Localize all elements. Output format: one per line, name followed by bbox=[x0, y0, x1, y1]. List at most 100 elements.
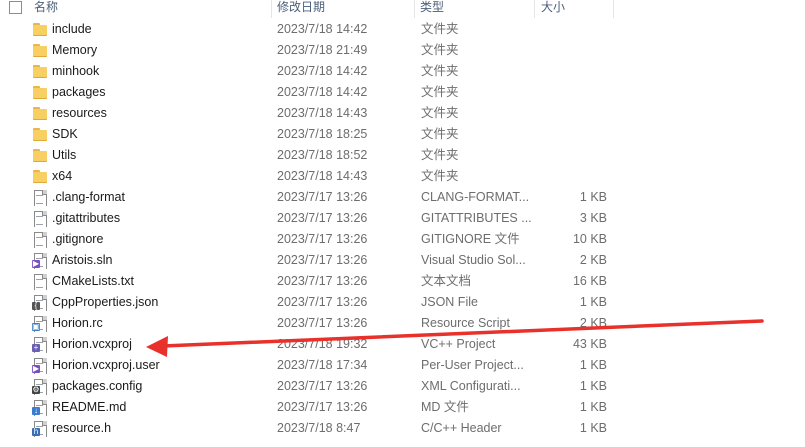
file-type: 文件夹 bbox=[421, 64, 459, 78]
column-header-size[interactable]: 大小 bbox=[541, 0, 565, 18]
file-name[interactable]: .gitattributes bbox=[52, 208, 267, 229]
folder-icon bbox=[32, 126, 48, 143]
file-date-modified: 2023/7/18 14:42 bbox=[277, 85, 368, 99]
file-name[interactable]: CppProperties.json bbox=[52, 292, 267, 313]
file-type: VC++ Project bbox=[421, 337, 496, 351]
file-icon bbox=[32, 210, 48, 227]
file-type: 文件夹 bbox=[421, 148, 459, 162]
file-row[interactable]: resources 2023/7/18 14:43 文件夹 bbox=[0, 103, 805, 124]
file-date-modified: 2023/7/17 13:26 bbox=[277, 274, 368, 288]
column-header-date-modified[interactable]: 修改日期 bbox=[277, 0, 325, 18]
column-divider[interactable] bbox=[613, 0, 614, 18]
file-row[interactable]: h resource.h 2023/7/18 8:47 C/C++ Header 1 K… bbox=[0, 418, 805, 439]
file-row[interactable]: ▶ Aristois.sln 2023/7/17 13:26 Visual Studi… bbox=[0, 250, 805, 271]
file-name[interactable]: resources bbox=[52, 103, 267, 124]
file-row[interactable]: Utils 2023/7/18 18:52 文件夹 bbox=[0, 145, 805, 166]
file-size: 1 KB bbox=[579, 421, 607, 435]
file-date-modified: 2023/7/17 13:26 bbox=[277, 379, 368, 393]
file-name[interactable]: README.md bbox=[52, 397, 267, 418]
file-type: C/C++ Header bbox=[421, 421, 502, 435]
file-name[interactable]: SDK bbox=[52, 124, 267, 145]
file-type: GITIGNORE 文件 bbox=[421, 232, 520, 246]
file-name[interactable]: CMakeLists.txt bbox=[52, 271, 267, 292]
file-name[interactable]: Aristois.sln bbox=[52, 250, 267, 271]
file-name[interactable]: minhook bbox=[52, 61, 267, 82]
resource-script-icon: ▣ bbox=[32, 315, 48, 332]
file-name[interactable]: Memory bbox=[52, 40, 267, 61]
column-divider[interactable] bbox=[414, 0, 415, 18]
file-name[interactable]: Horion.vcxproj.user bbox=[52, 355, 267, 376]
file-date-modified: 2023/7/17 13:26 bbox=[277, 316, 368, 330]
column-header-type[interactable]: 类型 bbox=[420, 0, 444, 18]
file-type: 文件夹 bbox=[421, 22, 459, 36]
config-file-icon: ⚙ bbox=[32, 378, 48, 395]
select-all-checkbox[interactable] bbox=[9, 1, 22, 14]
folder-icon bbox=[32, 63, 48, 80]
file-size: 10 KB bbox=[572, 232, 607, 246]
markdown-file-icon: ↓ bbox=[32, 399, 48, 416]
file-date-modified: 2023/7/18 17:34 bbox=[277, 358, 368, 372]
file-date-modified: 2023/7/17 13:26 bbox=[277, 211, 368, 225]
visual-studio-solution-icon: ▶ bbox=[32, 252, 48, 269]
file-type: Visual Studio Sol... bbox=[421, 253, 526, 267]
file-type: Resource Script bbox=[421, 316, 510, 330]
folder-icon bbox=[32, 105, 48, 122]
file-type: 文件夹 bbox=[421, 43, 459, 57]
file-date-modified: 2023/7/18 18:25 bbox=[277, 127, 368, 141]
file-row[interactable]: include 2023/7/18 14:42 文件夹 bbox=[0, 19, 805, 40]
vs-user-project-icon: ▶ bbox=[32, 357, 48, 374]
file-date-modified: 2023/7/18 19:32 bbox=[277, 337, 368, 351]
file-row[interactable]: Memory 2023/7/18 21:49 文件夹 bbox=[0, 40, 805, 61]
folder-icon bbox=[32, 168, 48, 185]
file-size: 16 KB bbox=[572, 274, 607, 288]
file-type: MD 文件 bbox=[421, 400, 469, 414]
file-row[interactable]: .gitattributes 2023/7/17 13:26 GITATTRIBUT… bbox=[0, 208, 805, 229]
file-row[interactable]: x64 2023/7/18 14:43 文件夹 bbox=[0, 166, 805, 187]
file-type: 文件夹 bbox=[421, 85, 459, 99]
file-type: 文件夹 bbox=[421, 169, 459, 183]
file-row[interactable]: ↓ README.md 2023/7/17 13:26 MD 文件 1 KB bbox=[0, 397, 805, 418]
file-date-modified: 2023/7/18 18:52 bbox=[277, 148, 368, 162]
file-name[interactable]: packages.config bbox=[52, 376, 267, 397]
file-date-modified: 2023/7/17 13:26 bbox=[277, 232, 368, 246]
file-row[interactable]: ▣ Horion.rc 2023/7/17 13:26 Resource Script… bbox=[0, 313, 805, 334]
file-row[interactable]: packages 2023/7/18 14:42 文件夹 bbox=[0, 82, 805, 103]
folder-icon bbox=[32, 21, 48, 38]
file-name[interactable]: Utils bbox=[52, 145, 267, 166]
file-type: XML Configurati... bbox=[421, 379, 521, 393]
file-date-modified: 2023/7/17 13:26 bbox=[277, 190, 368, 204]
file-name[interactable]: Horion.vcxproj bbox=[52, 334, 267, 355]
file-row[interactable]: SDK 2023/7/18 18:25 文件夹 bbox=[0, 124, 805, 145]
file-row[interactable]: .clang-format 2023/7/17 13:26 CLANG-FORMAT… bbox=[0, 187, 805, 208]
file-row[interactable]: CMakeLists.txt 2023/7/17 13:26 文本文档 16 KB bbox=[0, 271, 805, 292]
file-row[interactable]: ⚙ packages.config 2023/7/17 13:26 XML Confi… bbox=[0, 376, 805, 397]
file-type: CLANG-FORMAT... bbox=[421, 190, 530, 204]
file-date-modified: 2023/7/18 14:43 bbox=[277, 106, 368, 120]
vcxproj-icon: + bbox=[32, 336, 48, 353]
file-size: 1 KB bbox=[579, 295, 607, 309]
file-row[interactable]: {CppProperties.json 2023/7/17 13:26 JSON F… bbox=[0, 292, 805, 313]
file-date-modified: 2023/7/18 8:47 bbox=[277, 421, 361, 435]
file-name[interactable]: Horion.rc bbox=[52, 313, 267, 334]
file-size: 1 KB bbox=[579, 400, 607, 414]
file-date-modified: 2023/7/18 21:49 bbox=[277, 43, 368, 57]
file-icon bbox=[32, 189, 48, 206]
text-document-icon bbox=[32, 273, 48, 290]
column-header-bar: 名称 修改日期 类型 大小 bbox=[0, 0, 805, 18]
column-divider[interactable] bbox=[534, 0, 535, 18]
file-row[interactable]: .gitignore 2023/7/17 13:26 GITIGNORE 文件 10 … bbox=[0, 229, 805, 250]
file-row[interactable]: + Horion.vcxproj 2023/7/18 19:32 VC++ Proje… bbox=[0, 334, 805, 355]
file-name[interactable]: packages bbox=[52, 82, 267, 103]
file-name[interactable]: resource.h bbox=[52, 418, 267, 439]
file-type: 文件夹 bbox=[421, 127, 459, 141]
column-divider[interactable] bbox=[271, 0, 272, 18]
file-name[interactable]: .gitignore bbox=[52, 229, 267, 250]
file-name[interactable]: x64 bbox=[52, 166, 267, 187]
file-name[interactable]: include bbox=[52, 19, 267, 40]
file-row[interactable]: ▶ Horion.vcxproj.user 2023/7/18 17:34 Per-U… bbox=[0, 355, 805, 376]
column-header-name[interactable]: 名称 bbox=[34, 0, 58, 18]
file-name[interactable]: .clang-format bbox=[52, 187, 267, 208]
file-date-modified: 2023/7/18 14:42 bbox=[277, 64, 368, 78]
file-row[interactable]: minhook 2023/7/18 14:42 文件夹 bbox=[0, 61, 805, 82]
file-icon bbox=[32, 231, 48, 248]
